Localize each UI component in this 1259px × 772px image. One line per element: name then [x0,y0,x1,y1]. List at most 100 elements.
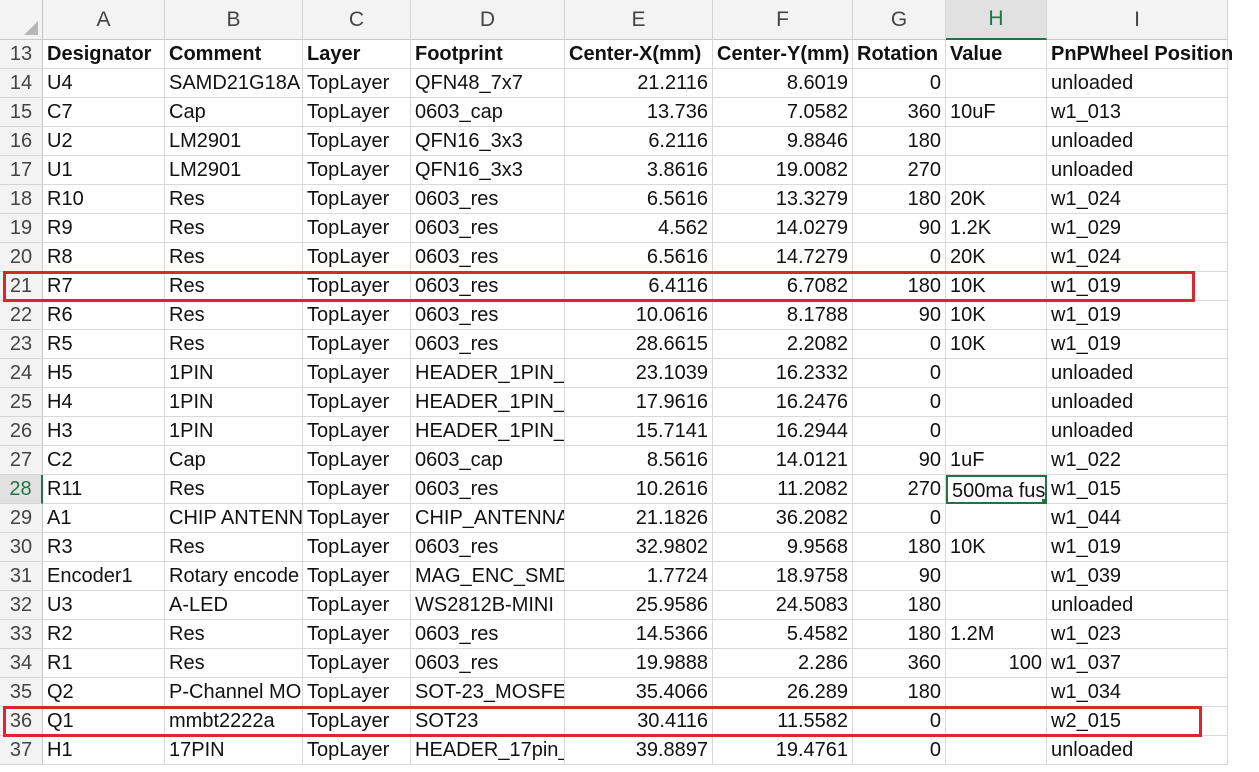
cell-d25[interactable]: HEADER_1PIN_F [411,388,565,417]
cell-c25[interactable]: TopLayer [303,388,411,417]
cell-f32[interactable]: 24.5083 [713,591,853,620]
cell-g19[interactable]: 90 [853,214,946,243]
cell-f26[interactable]: 16.2944 [713,417,853,446]
cell-b19[interactable]: Res [165,214,303,243]
cell-h26[interactable] [946,417,1047,446]
cell-b33[interactable]: Res [165,620,303,649]
cell-a17[interactable]: U1 [43,156,165,185]
column-header-i[interactable]: I [1047,0,1228,40]
cell-g16[interactable]: 180 [853,127,946,156]
column-header-d[interactable]: D [411,0,565,40]
cell-g34[interactable]: 360 [853,649,946,678]
cell-a28[interactable]: R11 [43,475,165,504]
column-header-e[interactable]: E [565,0,713,40]
cell-b16[interactable]: LM2901 [165,127,303,156]
cell-h23[interactable]: 10K [946,330,1047,359]
cell-g15[interactable]: 360 [853,98,946,127]
cell-d20[interactable]: 0603_res [411,243,565,272]
cell-a24[interactable]: H5 [43,359,165,388]
row-header-14[interactable]: 14 [0,69,43,98]
cell-a35[interactable]: Q2 [43,678,165,707]
cell-e21[interactable]: 6.4116 [565,272,713,301]
cell-h16[interactable] [946,127,1047,156]
cell-a31[interactable]: Encoder1 [43,562,165,591]
header-cell-i13[interactable]: PnPWheel Position [1047,40,1233,69]
cell-g23[interactable]: 0 [853,330,946,359]
cell-i25[interactable]: unloaded [1047,388,1228,417]
cell-h34[interactable]: 100 [946,649,1047,678]
row-header-30[interactable]: 30 [0,533,43,562]
cell-g31[interactable]: 90 [853,562,946,591]
column-header-h[interactable]: H [946,0,1047,40]
cell-i22[interactable]: w1_019 [1047,301,1228,330]
cell-i30[interactable]: w1_019 [1047,533,1228,562]
cell-d15[interactable]: 0603_cap [411,98,565,127]
cell-e37[interactable]: 39.8897 [565,736,713,765]
cell-h36[interactable] [946,707,1047,736]
cell-e32[interactable]: 25.9586 [565,591,713,620]
cell-c30[interactable]: TopLayer [303,533,411,562]
cell-i16[interactable]: unloaded [1047,127,1228,156]
cell-c21[interactable]: TopLayer [303,272,411,301]
cell-a22[interactable]: R6 [43,301,165,330]
cell-f37[interactable]: 19.4761 [713,736,853,765]
cell-a37[interactable]: H1 [43,736,165,765]
header-cell-b13[interactable]: Comment [165,40,303,69]
column-header-g[interactable]: G [853,0,946,40]
row-header-23[interactable]: 23 [0,330,43,359]
cell-c32[interactable]: TopLayer [303,591,411,620]
cell-c20[interactable]: TopLayer [303,243,411,272]
cell-a14[interactable]: U4 [43,69,165,98]
cell-f24[interactable]: 16.2332 [713,359,853,388]
cell-d28[interactable]: 0603_res [411,475,565,504]
cell-f15[interactable]: 7.0582 [713,98,853,127]
cell-a23[interactable]: R5 [43,330,165,359]
cell-g20[interactable]: 0 [853,243,946,272]
cell-i34[interactable]: w1_037 [1047,649,1228,678]
header-cell-f13[interactable]: Center-Y(mm) [713,40,853,69]
cell-e35[interactable]: 35.4066 [565,678,713,707]
cell-i32[interactable]: unloaded [1047,591,1228,620]
cell-f21[interactable]: 6.7082 [713,272,853,301]
cell-e23[interactable]: 28.6615 [565,330,713,359]
row-header-37[interactable]: 37 [0,736,43,765]
cell-i20[interactable]: w1_024 [1047,243,1228,272]
row-header-16[interactable]: 16 [0,127,43,156]
cell-h21[interactable]: 10K [946,272,1047,301]
fill-handle[interactable] [1041,498,1045,502]
cell-d22[interactable]: 0603_res [411,301,565,330]
column-header-a[interactable]: A [43,0,165,40]
cell-b14[interactable]: SAMD21G18A [165,69,303,98]
cell-f28[interactable]: 11.2082 [713,475,853,504]
cell-b18[interactable]: Res [165,185,303,214]
cell-e34[interactable]: 19.9888 [565,649,713,678]
cell-c27[interactable]: TopLayer [303,446,411,475]
row-header-22[interactable]: 22 [0,301,43,330]
cell-f36[interactable]: 11.5582 [713,707,853,736]
cell-g17[interactable]: 270 [853,156,946,185]
cell-h20[interactable]: 20K [946,243,1047,272]
cell-f17[interactable]: 19.0082 [713,156,853,185]
cell-i31[interactable]: w1_039 [1047,562,1228,591]
cell-f29[interactable]: 36.2082 [713,504,853,533]
cell-h31[interactable] [946,562,1047,591]
cell-f25[interactable]: 16.2476 [713,388,853,417]
row-header-32[interactable]: 32 [0,591,43,620]
column-header-b[interactable]: B [165,0,303,40]
row-header-24[interactable]: 24 [0,359,43,388]
cell-d18[interactable]: 0603_res [411,185,565,214]
cell-i35[interactable]: w1_034 [1047,678,1228,707]
cell-b35[interactable]: P-Channel MO [165,678,303,707]
cell-c36[interactable]: TopLayer [303,707,411,736]
cell-f30[interactable]: 9.9568 [713,533,853,562]
cell-d26[interactable]: HEADER_1PIN_F [411,417,565,446]
select-all-corner[interactable] [0,0,43,40]
cell-c24[interactable]: TopLayer [303,359,411,388]
row-header-20[interactable]: 20 [0,243,43,272]
cell-e26[interactable]: 15.7141 [565,417,713,446]
cell-c18[interactable]: TopLayer [303,185,411,214]
cell-e20[interactable]: 6.5616 [565,243,713,272]
cell-i26[interactable]: unloaded [1047,417,1228,446]
cell-c23[interactable]: TopLayer [303,330,411,359]
cell-i18[interactable]: w1_024 [1047,185,1228,214]
